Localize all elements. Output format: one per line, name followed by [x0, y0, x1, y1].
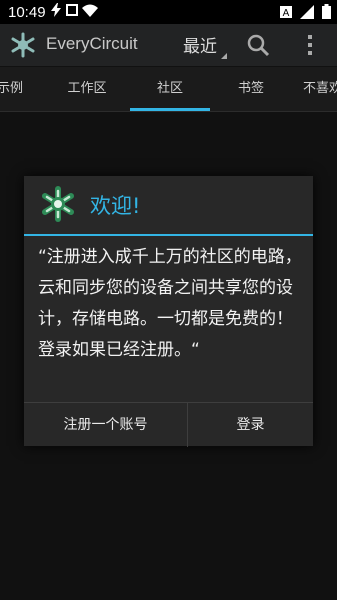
welcome-dialog: 欢迎! “注册进入成千上万的社区的电路，云和同步您的设备之间共享您的设计，存储电…	[24, 176, 313, 447]
tab-dislikes[interactable]: 不喜欢	[303, 67, 337, 111]
svg-text:A: A	[283, 8, 290, 18]
sort-dropdown[interactable]: 最近	[183, 32, 227, 59]
search-icon[interactable]	[246, 33, 270, 57]
circuit-logo-icon	[40, 186, 76, 222]
lightning-icon	[50, 3, 62, 21]
app-title: EveryCircuit	[46, 34, 138, 53]
wifi-icon	[81, 4, 98, 21]
status-time: 10:49	[8, 3, 46, 21]
overflow-menu-icon[interactable]	[300, 33, 320, 57]
a-icon: A	[280, 5, 292, 22]
dialog-title: 欢迎!	[90, 194, 141, 218]
dialog-divider	[24, 234, 313, 236]
sort-label: 最近	[183, 37, 217, 57]
status-bar: 10:49 A	[0, 0, 337, 24]
tab-community[interactable]: 社区	[130, 67, 210, 111]
login-button[interactable]: 登录	[188, 403, 313, 447]
action-bar: EveryCircuit 最近	[0, 24, 337, 67]
signal-icon	[300, 4, 314, 23]
register-button[interactable]: 注册一个账号	[24, 403, 188, 447]
square-icon	[65, 4, 78, 20]
tab-workspace[interactable]: 工作区	[44, 67, 130, 111]
tab-bookmarks[interactable]: 书签	[210, 67, 292, 111]
dialog-header: 欢迎!	[24, 176, 313, 234]
tab-examples[interactable]: 示例	[0, 67, 34, 111]
battery-icon	[322, 4, 331, 23]
dialog-button-bar: 注册一个账号 登录	[24, 402, 313, 447]
app-logo-icon[interactable]	[10, 32, 36, 58]
tab-bar: 示例 工作区 社区 书签 不喜欢	[0, 67, 337, 112]
dropdown-corner-icon	[221, 53, 227, 59]
dialog-message: “注册进入成千上万的社区的电路，云和同步您的设备之间共享您的设计，存储电路。一切…	[38, 247, 302, 360]
